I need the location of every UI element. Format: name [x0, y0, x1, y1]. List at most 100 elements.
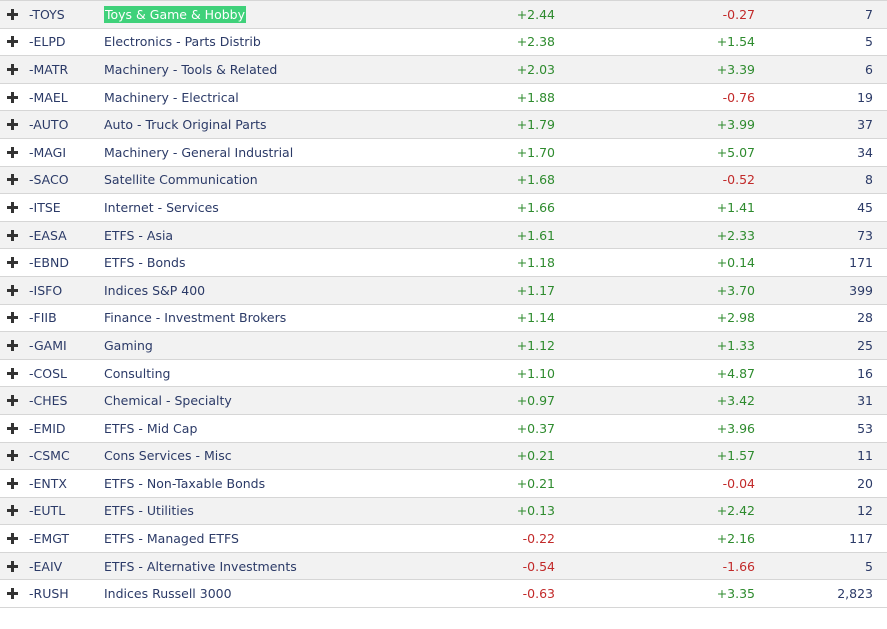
plus-icon[interactable]	[4, 387, 20, 414]
industry-name-text[interactable]: Machinery - Tools & Related	[104, 62, 277, 77]
industry-name-text[interactable]: ETFS - Utilities	[104, 503, 194, 518]
industry-name-text[interactable]: ETFS - Non-Taxable Bonds	[104, 476, 265, 491]
industry-name[interactable]: Indices S&P 400	[104, 277, 205, 304]
table-row[interactable]: -SACO Satellite Communication +1.68 -0.5…	[0, 166, 887, 195]
plus-icon[interactable]	[4, 194, 20, 221]
table-row[interactable]: -GAMI Gaming +1.12 +1.33 25	[0, 332, 887, 360]
industry-name-text[interactable]: ETFS - Managed ETFS	[104, 531, 239, 546]
industry-name[interactable]: ETFS - Asia	[104, 222, 173, 249]
table-row[interactable]: -CHES Chemical - Specialty +0.97 +3.42 3…	[0, 387, 887, 415]
industry-symbol[interactable]: -GAMI	[29, 332, 67, 359]
industry-symbol[interactable]: -TOYS	[29, 1, 65, 28]
industry-symbol[interactable]: -EMID	[29, 415, 66, 442]
plus-icon[interactable]	[4, 249, 20, 276]
industry-name[interactable]: Consulting	[104, 360, 170, 387]
industry-symbol[interactable]: -FIIB	[29, 305, 57, 332]
plus-icon[interactable]	[4, 29, 20, 56]
table-row[interactable]: -RUSH Indices Russell 3000 -0.63 +3.35 2…	[0, 580, 887, 609]
table-row[interactable]: -EBND ETFS - Bonds +1.18 +0.14 171	[0, 249, 887, 277]
industry-name[interactable]: Machinery - Electrical	[104, 84, 239, 111]
industry-symbol[interactable]: -EBND	[29, 249, 69, 276]
industry-name-text[interactable]: ETFS - Bonds	[104, 255, 186, 270]
plus-icon[interactable]	[4, 111, 20, 138]
industry-symbol[interactable]: -ENTX	[29, 470, 67, 497]
industry-name[interactable]: Machinery - Tools & Related	[104, 56, 277, 83]
industry-name-text[interactable]: Electronics - Parts Distrib	[104, 34, 261, 49]
industry-symbol[interactable]: -MAGI	[29, 139, 66, 166]
table-row[interactable]: -EUTL ETFS - Utilities +0.13 +2.42 12	[0, 497, 887, 526]
plus-icon[interactable]	[4, 84, 20, 111]
plus-icon[interactable]	[4, 360, 20, 387]
industry-name[interactable]: Chemical - Specialty	[104, 387, 232, 414]
industry-symbol[interactable]: -CSMC	[29, 443, 70, 470]
table-row[interactable]: -TOYS Toys & Game & Hobby +2.44 -0.27 7	[0, 1, 887, 29]
plus-icon[interactable]	[4, 525, 20, 552]
industry-name-text[interactable]: Internet - Services	[104, 200, 219, 215]
table-row[interactable]: -CSMC Cons Services - Misc +0.21 +1.57 1…	[0, 442, 887, 471]
plus-icon[interactable]	[4, 580, 20, 607]
plus-icon[interactable]	[4, 1, 20, 28]
industry-name-text[interactable]: Toys & Game & Hobby	[104, 5, 246, 23]
industry-symbol[interactable]: -EAIV	[29, 553, 62, 580]
industry-name[interactable]: Toys & Game & Hobby	[104, 1, 246, 28]
industry-symbol[interactable]: -MAEL	[29, 84, 68, 111]
industry-name[interactable]: Satellite Communication	[104, 167, 258, 194]
table-row[interactable]: -EAIV ETFS - Alternative Investments -0.…	[0, 552, 887, 581]
industry-symbol[interactable]: -MATR	[29, 56, 68, 83]
industry-name[interactable]: Finance - Investment Brokers	[104, 305, 286, 332]
industry-symbol[interactable]: -ITSE	[29, 194, 61, 221]
plus-icon[interactable]	[4, 553, 20, 580]
table-row[interactable]: -EMID ETFS - Mid Cap +0.37 +3.96 53	[0, 415, 887, 443]
table-row[interactable]: -EASA ETFS - Asia +1.61 +2.33 73	[0, 221, 887, 250]
plus-icon[interactable]	[4, 139, 20, 166]
industry-name-text[interactable]: ETFS - Asia	[104, 228, 173, 243]
plus-icon[interactable]	[4, 167, 20, 194]
plus-icon[interactable]	[4, 332, 20, 359]
plus-icon[interactable]	[4, 470, 20, 497]
plus-icon[interactable]	[4, 498, 20, 525]
table-row[interactable]: -MAEL Machinery - Electrical +1.88 -0.76…	[0, 84, 887, 112]
industry-name-text[interactable]: Satellite Communication	[104, 172, 258, 187]
industry-name[interactable]: ETFS - Non-Taxable Bonds	[104, 470, 265, 497]
industry-name[interactable]: Internet - Services	[104, 194, 219, 221]
table-row[interactable]: -EMGT ETFS - Managed ETFS -0.22 +2.16 11…	[0, 525, 887, 553]
industry-name-text[interactable]: Chemical - Specialty	[104, 393, 232, 408]
industry-name-text[interactable]: Gaming	[104, 338, 153, 353]
industry-name-text[interactable]: Indices Russell 3000	[104, 586, 232, 601]
industry-name[interactable]: Indices Russell 3000	[104, 580, 232, 607]
industry-name-text[interactable]: ETFS - Alternative Investments	[104, 559, 297, 574]
industry-name[interactable]: ETFS - Managed ETFS	[104, 525, 239, 552]
plus-icon[interactable]	[4, 222, 20, 249]
industry-name[interactable]: ETFS - Alternative Investments	[104, 553, 297, 580]
industry-symbol[interactable]: -EASA	[29, 222, 67, 249]
industry-name[interactable]: Machinery - General Industrial	[104, 139, 293, 166]
table-row[interactable]: -AUTO Auto - Truck Original Parts +1.79 …	[0, 111, 887, 139]
industry-name[interactable]: ETFS - Bonds	[104, 249, 186, 276]
industry-name-text[interactable]: Auto - Truck Original Parts	[104, 117, 267, 132]
industry-symbol[interactable]: -COSL	[29, 360, 67, 387]
industry-symbol[interactable]: -ISFO	[29, 277, 62, 304]
industry-name-text[interactable]: Consulting	[104, 366, 170, 381]
plus-icon[interactable]	[4, 443, 20, 470]
industry-symbol[interactable]: -ELPD	[29, 29, 66, 56]
industry-name[interactable]: ETFS - Mid Cap	[104, 415, 197, 442]
industry-name-text[interactable]: Machinery - Electrical	[104, 90, 239, 105]
industry-name[interactable]: Cons Services - Misc	[104, 443, 232, 470]
plus-icon[interactable]	[4, 56, 20, 83]
plus-icon[interactable]	[4, 415, 20, 442]
table-row[interactable]: -ITSE Internet - Services +1.66 +1.41 45	[0, 194, 887, 222]
industry-name[interactable]: ETFS - Utilities	[104, 498, 194, 525]
industry-name-text[interactable]: Finance - Investment Brokers	[104, 310, 286, 325]
industry-name-text[interactable]: ETFS - Mid Cap	[104, 421, 197, 436]
table-row[interactable]: -FIIB Finance - Investment Brokers +1.14…	[0, 305, 887, 333]
plus-icon[interactable]	[4, 277, 20, 304]
industry-name[interactable]: Gaming	[104, 332, 153, 359]
table-row[interactable]: -MATR Machinery - Tools & Related +2.03 …	[0, 56, 887, 84]
industry-name-text[interactable]: Indices S&P 400	[104, 283, 205, 298]
plus-icon[interactable]	[4, 305, 20, 332]
industry-name[interactable]: Electronics - Parts Distrib	[104, 29, 261, 56]
table-row[interactable]: -ELPD Electronics - Parts Distrib +2.38 …	[0, 29, 887, 57]
industry-symbol[interactable]: -AUTO	[29, 111, 68, 138]
table-row[interactable]: -ENTX ETFS - Non-Taxable Bonds +0.21 -0.…	[0, 470, 887, 498]
industry-name-text[interactable]: Cons Services - Misc	[104, 448, 232, 463]
